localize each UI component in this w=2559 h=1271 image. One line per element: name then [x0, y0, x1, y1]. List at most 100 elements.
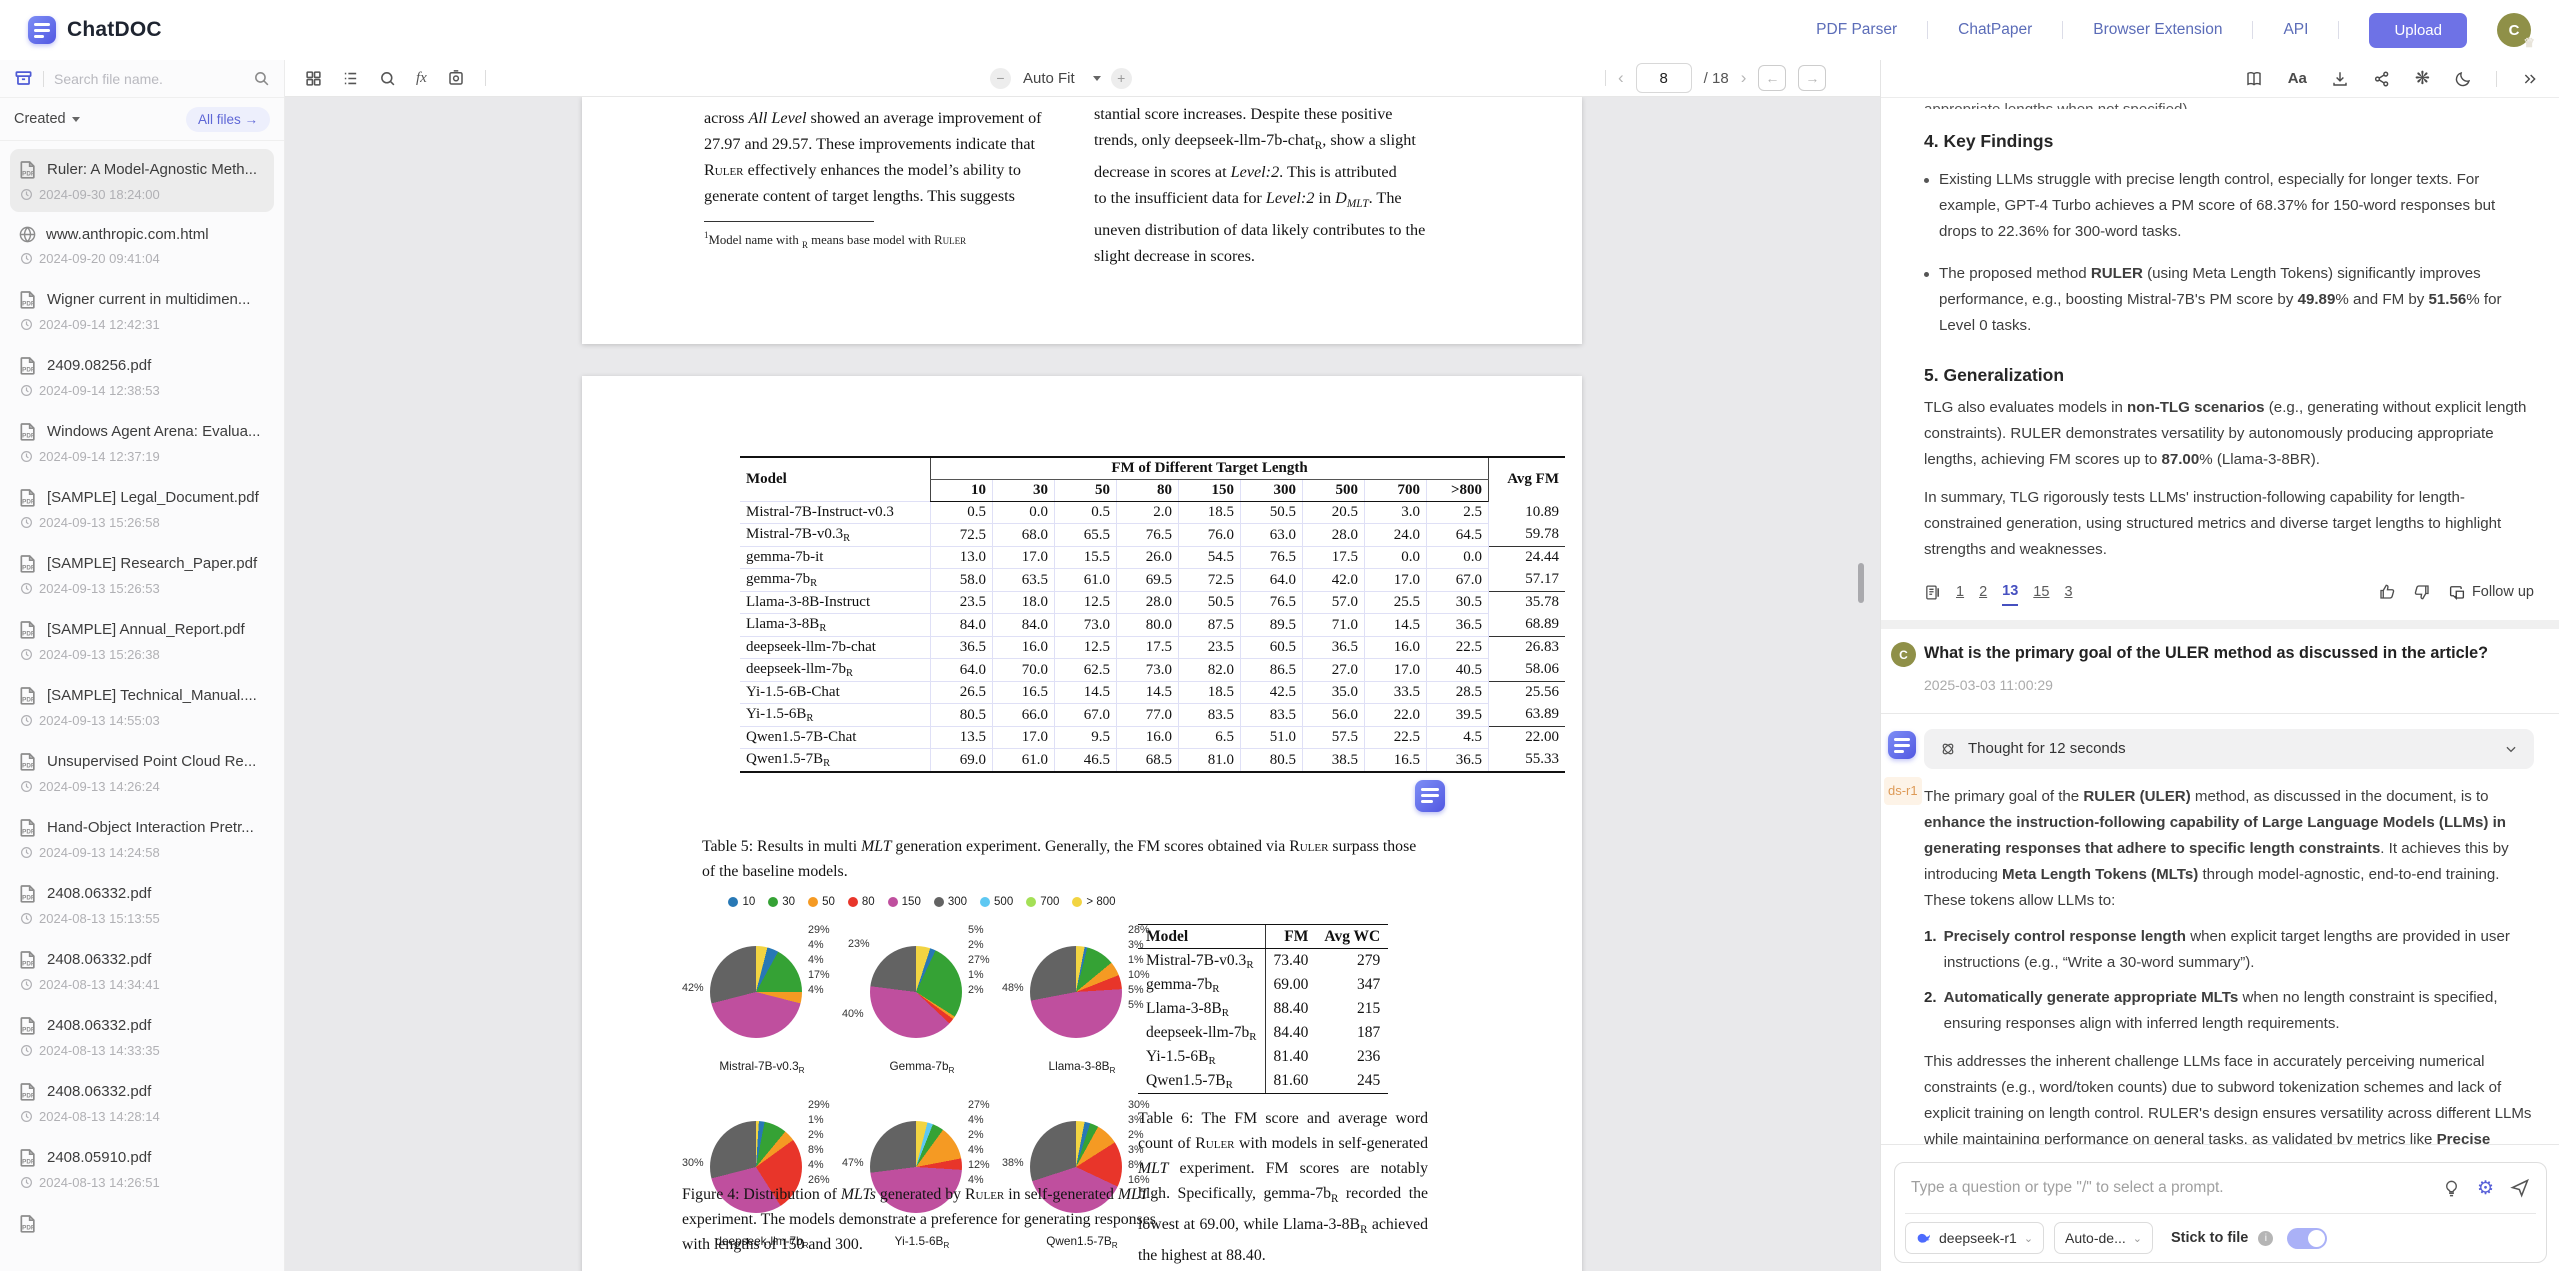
- file-list-item[interactable]: PDF [SAMPLE] Technical_Manual.... 2024-09-…: [10, 675, 274, 738]
- file-list-item[interactable]: PDF[SAMPLE] Legal_Document.pdf2024-09-13…: [10, 477, 274, 540]
- page-number-input[interactable]: 8: [1636, 63, 1692, 93]
- file-list-item[interactable]: PDF2409.08256.pdf2024-09-14 12:38:53: [10, 345, 274, 408]
- sort-dropdown[interactable]: Created: [14, 111, 66, 127]
- pdf-viewer[interactable]: across All Level showed an average impro…: [285, 97, 1880, 1271]
- user-timestamp: 2025-03-03 11:00:29: [1924, 672, 2534, 698]
- file-list-item[interactable]: PDFWindows Agent Arena: Evalua...2024-09…: [10, 411, 274, 474]
- chat-input-area: Type a question or type "/" to select a …: [1881, 1144, 2559, 1263]
- svg-text:PDF: PDF: [22, 828, 35, 835]
- follow-up-button[interactable]: Follow up: [2448, 579, 2534, 605]
- citation-page-link[interactable]: 2: [1979, 579, 1987, 605]
- file-date: 2024-09-13 14:55:03: [39, 713, 160, 728]
- citation-page-link[interactable]: 15: [2033, 579, 2049, 605]
- pdf-file-icon: PDF: [18, 1213, 38, 1234]
- thumbs-up-icon[interactable]: [2378, 583, 2396, 601]
- thought-collapse-bar[interactable]: Thought for 12 seconds: [1924, 729, 2534, 769]
- file-list-item[interactable]: PDF2408.06332.pdf2024-08-13 14:34:41: [10, 939, 274, 1002]
- history-forward-button[interactable]: →: [1798, 65, 1826, 91]
- file-list-item[interactable]: PDF2408.06332.pdf2024-08-13 14:33:35: [10, 1005, 274, 1068]
- user-avatar[interactable]: C ♛: [2497, 13, 2531, 47]
- file-list-item[interactable]: www.anthropic.com.html2024-09-20 09:41:0…: [10, 215, 274, 276]
- app-title: ChatDOC: [67, 18, 162, 42]
- table5-col-header: 10: [931, 480, 993, 502]
- clock-icon: [20, 318, 33, 331]
- archive-icon[interactable]: [14, 69, 33, 88]
- zoom-out-button[interactable]: −: [990, 68, 1011, 89]
- nav-browser-extension[interactable]: Browser Extension: [2063, 21, 2252, 39]
- file-title: [SAMPLE] Technical_Manual....: [47, 687, 266, 704]
- file-list-item[interactable]: PDF2408.05910.pdf2024-08-13 14:26:51: [10, 1137, 274, 1200]
- file-list-item[interactable]: PDF2408.06332.pdf2024-08-13 15:13:55: [10, 873, 274, 936]
- file-list-item[interactable]: PDFUnsupervised Point Cloud Re...2024-09…: [10, 741, 274, 804]
- table5-header-model: Model: [740, 457, 931, 502]
- dark-mode-icon[interactable]: [2454, 70, 2472, 88]
- search-icon[interactable]: [253, 70, 270, 87]
- stick-to-file-toggle[interactable]: [2287, 1228, 2327, 1249]
- thumbnail-grid-icon[interactable]: [305, 70, 322, 87]
- file-list-item[interactable]: PDFHand-Object Interaction Pretr...2024-…: [10, 807, 274, 870]
- svg-text:PDF: PDF: [22, 696, 35, 703]
- snapshot-icon[interactable]: [447, 69, 465, 87]
- file-list-item[interactable]: PDFRuler: A Model-Agnostic Meth...2024-0…: [10, 149, 274, 212]
- file-list-item[interactable]: PDF: [10, 1203, 274, 1244]
- info-icon[interactable]: i: [2258, 1231, 2273, 1246]
- gear-icon[interactable]: ⚙: [2477, 1179, 2494, 1198]
- panel-resize-handle[interactable]: [1858, 563, 1864, 603]
- file-date: 2024-08-13 14:34:41: [39, 977, 160, 992]
- share-icon[interactable]: [2373, 70, 2391, 88]
- file-list-item[interactable]: PDF[SAMPLE] Research_Paper.pdf2024-09-13…: [10, 543, 274, 606]
- all-files-button[interactable]: All files →: [186, 107, 270, 132]
- answer2-paragraph-2: This addresses the inherent challenge LL…: [1924, 1049, 2534, 1145]
- file-list-item[interactable]: PDF[SAMPLE] Annual_Report.pdf2024-09-13 …: [10, 609, 274, 672]
- chatdoc-logo-icon: [28, 16, 56, 44]
- thumbs-down-icon[interactable]: [2413, 583, 2431, 601]
- font-size-icon[interactable]: Aa: [2288, 70, 2307, 87]
- document-search-icon[interactable]: [379, 70, 396, 87]
- openai-icon[interactable]: ❋: [2415, 68, 2430, 89]
- table5-row: deepseek-llm-7bR64.070.062.573.082.086.5…: [740, 659, 1565, 682]
- nav-pdf-parser[interactable]: PDF Parser: [1786, 21, 1927, 39]
- main-question-input[interactable]: Type a question or type "/" to select a …: [1894, 1162, 2547, 1263]
- citation-page-link[interactable]: 3: [2064, 579, 2072, 605]
- history-back-button[interactable]: ←: [1758, 65, 1786, 91]
- legend-item: 80: [848, 896, 875, 908]
- chat-messages[interactable]: appropriate lengths when not specified).…: [1881, 97, 2559, 1145]
- prompt-ideas-icon[interactable]: [2442, 1179, 2461, 1198]
- model-select[interactable]: deepseek-r1 ⌄: [1905, 1222, 2044, 1254]
- clock-icon: [20, 780, 33, 793]
- answer-detail-select[interactable]: Auto-de... ⌄: [2054, 1222, 2153, 1254]
- chevron-down-icon: ⌄: [2133, 1232, 2142, 1245]
- next-page-icon[interactable]: ›: [1741, 68, 1747, 88]
- file-list-item[interactable]: PDF2408.06332.pdf2024-08-13 14:28:14: [10, 1071, 274, 1134]
- file-date: 2024-08-13 14:33:35: [39, 1043, 160, 1058]
- pdf-file-icon: PDF: [18, 289, 38, 310]
- download-icon[interactable]: [2331, 70, 2349, 88]
- chatdoc-select-table-button[interactable]: [1415, 780, 1445, 812]
- zoom-caret-icon[interactable]: [1093, 76, 1101, 81]
- search-input[interactable]: Search file name.: [54, 71, 243, 87]
- file-date: 2024-09-20 09:41:04: [39, 251, 160, 266]
- chat-panel: Aa ❋ appropriate lengths when not specif…: [1880, 60, 2559, 1271]
- file-list-item[interactable]: PDFWigner current in multidimen...2024-0…: [10, 279, 274, 342]
- send-icon[interactable]: [2510, 1178, 2530, 1198]
- file-date: 2024-09-13 14:26:24: [39, 779, 160, 794]
- outline-list-icon[interactable]: [342, 70, 359, 87]
- collapse-panel-icon[interactable]: [2521, 71, 2539, 87]
- pdf-file-icon: PDF: [18, 421, 38, 442]
- upload-button[interactable]: Upload: [2369, 13, 2467, 48]
- nav-api[interactable]: API: [2253, 21, 2338, 39]
- file-date: 2024-09-13 14:24:58: [39, 845, 160, 860]
- clock-icon: [20, 714, 33, 727]
- input-placeholder[interactable]: Type a question or type "/" to select a …: [1911, 1179, 2426, 1197]
- citation-page-link[interactable]: 1: [1956, 579, 1964, 605]
- nav-chatpaper[interactable]: ChatPaper: [1928, 21, 2062, 39]
- formula-icon[interactable]: fx: [416, 70, 427, 87]
- pdf-file-icon: PDF: [18, 1147, 38, 1168]
- svg-text:PDF: PDF: [22, 366, 35, 373]
- citation-page-link[interactable]: 13: [2002, 578, 2018, 606]
- prev-page-icon[interactable]: ‹: [1618, 68, 1624, 88]
- zoom-level[interactable]: Auto Fit: [1023, 70, 1075, 87]
- summary-book-icon[interactable]: [2244, 70, 2264, 88]
- globe-icon: [18, 225, 37, 244]
- zoom-in-button[interactable]: +: [1111, 68, 1132, 89]
